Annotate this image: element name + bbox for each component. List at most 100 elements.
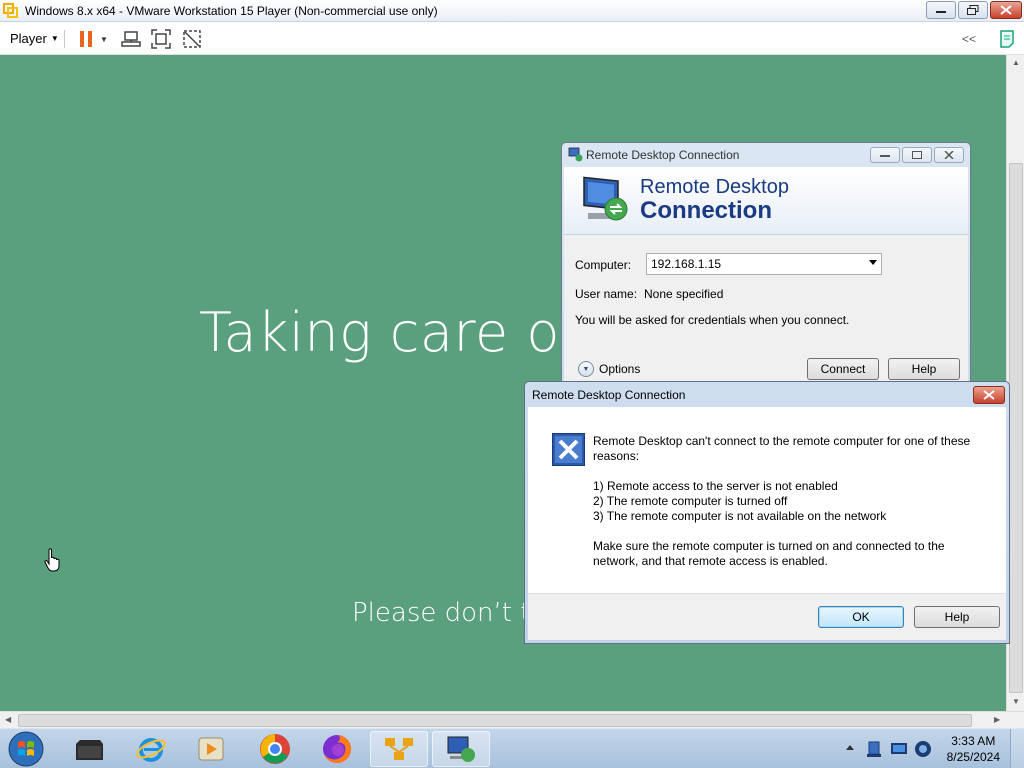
connect-button[interactable]: Connect	[807, 358, 879, 380]
unity-icon	[183, 30, 201, 48]
error-advice-line2: network, and that remote access is enabl…	[593, 554, 828, 568]
close-icon	[944, 151, 954, 159]
show-hidden-icons-icon[interactable]	[846, 744, 854, 752]
message-log-icon	[1000, 30, 1014, 48]
remote-desktop-monitor-icon	[583, 176, 628, 221]
chevron-down-icon: ▼	[582, 365, 590, 373]
rdc-help-button[interactable]: Help	[888, 358, 960, 380]
start-button[interactable]	[6, 731, 46, 767]
options-label[interactable]: Options	[599, 362, 640, 376]
computer-combobox[interactable]: 192.168.1.15	[646, 253, 882, 275]
error-help-button[interactable]: Help	[914, 606, 1000, 628]
display-tray-icon[interactable]	[890, 741, 908, 757]
clock-date: 8/25/2024	[946, 750, 1000, 764]
close-icon	[983, 390, 995, 400]
minimize-button[interactable]	[926, 1, 956, 19]
horizontal-scroll-thumb[interactable]	[18, 714, 972, 727]
fullscreen-icon	[151, 29, 171, 49]
vmware-titlebar: Windows 8.x x64 - VMware Workstation 15 …	[0, 0, 1024, 22]
computer-value: 192.168.1.15	[651, 257, 722, 271]
restore-icon	[967, 5, 979, 15]
chevron-down-icon: ▼	[100, 34, 108, 44]
minimize-icon	[880, 155, 890, 157]
error-close-button[interactable]	[973, 386, 1005, 404]
taskbar-clock[interactable]: 3:33 AM 8/25/2024	[947, 733, 1000, 765]
close-button[interactable]	[990, 1, 1022, 19]
player-menu[interactable]: Player ▼	[6, 28, 63, 48]
error-footer: OK Help	[528, 593, 1006, 640]
chevron-down-icon[interactable]	[869, 260, 877, 265]
maximize-icon	[912, 151, 922, 159]
message-log-button[interactable]	[996, 28, 1018, 50]
error-reason-1: 1) Remote access to the server is not en…	[593, 479, 838, 493]
clock-time: 3:33 AM	[951, 734, 996, 748]
unity-button[interactable]	[181, 28, 203, 50]
username-label: User name:	[575, 287, 638, 301]
error-content: Remote Desktop can't connect to the remo…	[528, 407, 1006, 593]
power-dropdown-button[interactable]: ▼	[97, 28, 111, 50]
ok-button[interactable]: OK	[818, 606, 904, 628]
folder-icon	[76, 740, 103, 760]
rdc-banner-title-line1: Remote Desktop	[640, 176, 789, 198]
restore-button[interactable]	[958, 1, 988, 19]
pause-button[interactable]	[75, 28, 97, 50]
send-ctrl-alt-del-icon	[121, 31, 141, 47]
scroll-right-icon[interactable]: ▶	[994, 715, 1000, 724]
taskbar-firefox[interactable]	[308, 731, 366, 767]
player-menu-label: Player	[10, 30, 47, 46]
error-message-line2: reasons:	[593, 449, 640, 463]
rdc-minimize-button[interactable]	[870, 147, 900, 163]
minimize-icon	[936, 11, 946, 13]
options-expand-button[interactable]: ▼	[578, 361, 594, 377]
error-reason-3: 3) The remote computer is not available …	[593, 509, 887, 523]
computer-label: Computer:	[575, 258, 632, 272]
taskbar-remote-desktop[interactable]	[432, 731, 490, 767]
error-advice-line1: Make sure the remote computer is turned …	[593, 539, 945, 553]
vmware-toolbar: Player ▼ ▼ <<	[0, 22, 1024, 55]
error-dialog-title: Remote Desktop Connection	[532, 388, 686, 402]
toolbar-divider	[64, 30, 65, 48]
send-ctrl-alt-del-button[interactable]	[120, 28, 142, 50]
error-x-icon	[552, 433, 585, 466]
collapse-toolbar-button[interactable]: <<	[957, 28, 981, 50]
volume-tray-icon[interactable]	[914, 740, 932, 758]
show-desktop-button[interactable]	[1010, 729, 1024, 768]
vmware-logo-icon	[3, 3, 18, 18]
fullscreen-button[interactable]	[150, 28, 172, 50]
hand-cursor-icon	[44, 548, 60, 572]
scroll-left-icon[interactable]: ◀	[5, 715, 11, 724]
error-dialog: Remote Desktop Connection Remote Desktop…	[524, 381, 1010, 644]
scroll-down-icon[interactable]: ▼	[1011, 697, 1021, 707]
rdc-banner-title-line2: Connection	[640, 197, 772, 224]
horizontal-scrollbar[interactable]: ◀ ▶	[0, 711, 1024, 728]
taskbar-network-app[interactable]	[370, 731, 428, 767]
close-icon	[1000, 5, 1012, 15]
username-value: None specified	[644, 287, 724, 301]
firefox-icon	[323, 734, 352, 763]
internet-explorer-icon	[136, 738, 166, 762]
network-app-icon	[385, 738, 413, 760]
taskbar-media-player[interactable]	[182, 731, 240, 767]
taskbar-internet-explorer[interactable]	[122, 731, 180, 767]
taskbar: 3:33 AM 8/25/2024	[0, 728, 1024, 768]
rdc-body: Computer: 192.168.1.15 User name: None s…	[564, 235, 968, 381]
chrome-icon	[260, 734, 290, 764]
pause-icon	[80, 31, 92, 47]
rdc-close-button[interactable]	[934, 147, 964, 163]
taskbar-chrome[interactable]	[246, 731, 304, 767]
scroll-up-icon[interactable]: ▲	[1011, 58, 1021, 68]
vertical-scroll-thumb[interactable]	[1009, 163, 1023, 693]
rdc-title: Remote Desktop Connection	[586, 148, 740, 162]
remote-desktop-icon	[447, 736, 475, 762]
chevron-down-icon: ▼	[50, 33, 59, 43]
rdc-banner: Remote Desktop Connection	[564, 167, 968, 235]
error-message-line1: Remote Desktop can't connect to the remo…	[593, 434, 971, 448]
credentials-note: You will be asked for credentials when y…	[575, 313, 850, 327]
network-tray-icon[interactable]	[866, 740, 882, 758]
rdc-titlebar: Remote Desktop Connection	[562, 143, 970, 167]
rdc-maximize-button[interactable]	[902, 147, 932, 163]
window-title: Windows 8.x x64 - VMware Workstation 15 …	[25, 4, 438, 18]
rdc-window: Remote Desktop Connection Remote Desktop…	[561, 142, 971, 382]
taskbar-explorer[interactable]	[60, 731, 118, 767]
error-reason-2: 2) The remote computer is turned off	[593, 494, 788, 508]
